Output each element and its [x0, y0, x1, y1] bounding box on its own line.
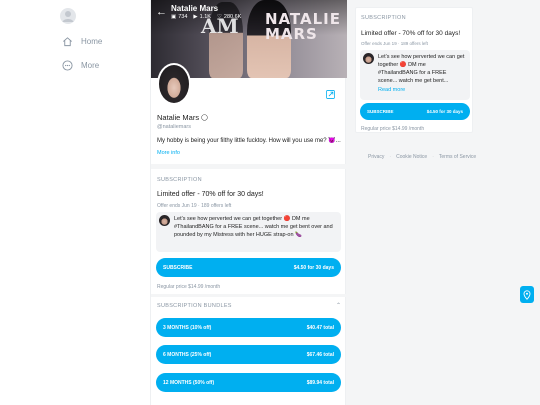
offer-meta: Offer ends Jun 19 · 189 offers left [361, 41, 428, 46]
page: Home More AM NATALIE MARS ← Natalie Mars… [0, 0, 540, 405]
regular-price: Regular price $14.99 /month [157, 284, 221, 290]
offer-meta: Offer ends Jun 19 · 189 offers left [157, 203, 232, 209]
bundle-3-months-button[interactable]: 3 MONTHS (10% off) $40.47 total [156, 318, 341, 337]
regular-price: Regular price $14.99 /month [361, 126, 425, 132]
subscription-section-title: SUBSCRIPTION [157, 177, 202, 183]
share-icon[interactable] [325, 89, 339, 103]
back-arrow-icon[interactable]: ← [156, 6, 167, 18]
location-pin-icon [523, 289, 531, 300]
nav-item-more[interactable]: More [62, 60, 99, 71]
avatar [159, 215, 170, 226]
privacy-link[interactable]: Privacy [368, 154, 384, 160]
more-info-link[interactable]: More info [157, 150, 180, 156]
subscribe-button-price: $4.50 for 30 days [293, 264, 334, 271]
banner-profile-name: Natalie Mars [171, 4, 219, 13]
nav-item-home-label: Home [81, 37, 103, 46]
subscribe-button-label: SUBSCRIBE [367, 109, 394, 114]
heart-icon: ♡ [216, 14, 222, 20]
subscribe-button-label: SUBSCRIBE [163, 264, 193, 271]
nav-item-home[interactable]: Home [62, 36, 102, 47]
avatar [363, 53, 374, 64]
sidebar-subscription-card: SUBSCRIPTION Limited offer - 70% off for… [355, 7, 473, 133]
bundles-title: SUBSCRIPTION BUNDLES [157, 302, 232, 309]
verified-icon: ◯ [201, 115, 208, 121]
floating-help-button[interactable] [520, 286, 534, 303]
image-icon: ▣ [171, 14, 177, 20]
more-icon [62, 60, 73, 71]
likes-count: ♡ 280.6K [216, 14, 242, 20]
offer-title: Limited offer - 70% off for 30 days! [361, 30, 461, 37]
divider [151, 294, 347, 297]
offer-message: Let's see how perverted we can get toget… [360, 50, 470, 100]
profile-name: Natalie Mars ◯ [157, 113, 208, 122]
offer-title: Limited offer - 70% off for 30 days! [157, 191, 264, 198]
profile-column: AM NATALIE MARS ← Natalie Mars ▣ 734 ▶ 1.1… [150, 0, 347, 405]
chevron-up-icon[interactable]: ⌃ [336, 302, 341, 309]
offer-message-text: Let's see how perverted we can get toget… [378, 54, 465, 84]
read-more-link[interactable]: Read more [378, 86, 467, 94]
left-nav: Home More [0, 0, 150, 405]
video-icon: ▶ [193, 14, 198, 20]
profile-avatar[interactable] [157, 63, 191, 105]
nav-item-more-label: More [81, 61, 100, 70]
photos-count: ▣ 734 [171, 14, 188, 20]
banner-brand-text: NATALIE MARS [264, 10, 341, 43]
profile-bio: My hobby is being your filthy little fuc… [157, 138, 341, 144]
terms-of-service-link[interactable]: Terms of Service [439, 154, 476, 160]
divider [151, 164, 347, 169]
bundle-12-months-button[interactable]: 12 MONTHS (50% off) $89.94 total [156, 373, 341, 392]
bundles-header[interactable]: SUBSCRIPTION BUNDLES ⌃ [157, 302, 341, 310]
user-avatar-icon[interactable] [60, 8, 76, 24]
home-icon [63, 37, 72, 47]
videos-count: ▶ 1.1K [193, 14, 211, 20]
offer-message-text: Let's see how perverted we can get toget… [174, 216, 333, 238]
bundle-6-months-button[interactable]: 6 MONTHS (25% off) $67.46 total [156, 345, 341, 364]
profile-stats: ▣ 734 ▶ 1.1K ♡ 280.6K [171, 14, 241, 20]
footer-links: Privacy · Cookie Notice · Terms of Servi… [368, 154, 477, 160]
cookie-notice-link[interactable]: Cookie Notice [396, 154, 427, 160]
profile-handle: @nataliemars [157, 124, 192, 130]
subscribe-button[interactable]: SUBSCRIBE $4.50 for 30 days [156, 258, 341, 277]
offer-message: Let's see how perverted we can get toget… [156, 212, 341, 252]
subscribe-button[interactable]: SUBSCRIBE $4.50 for 30 days [360, 103, 470, 120]
subscribe-button-price: $4.50 for 30 days [426, 109, 463, 114]
subscription-section-title: SUBSCRIPTION [361, 15, 406, 21]
